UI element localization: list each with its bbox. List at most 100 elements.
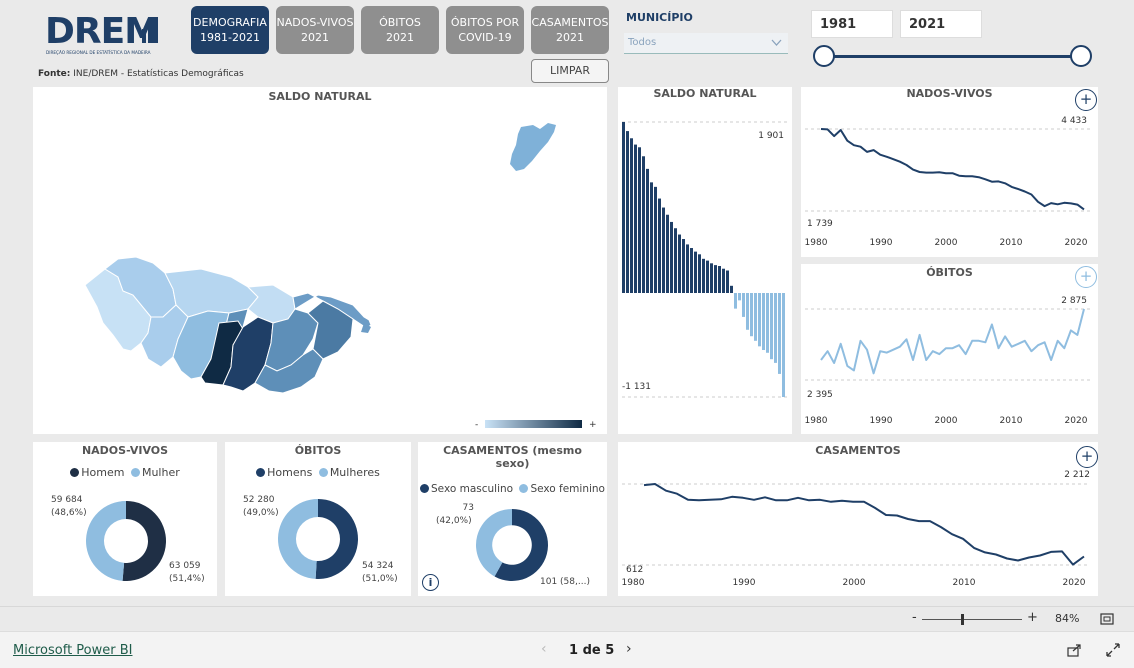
municipio-dropdown[interactable]: Todos — [624, 33, 788, 54]
casamentos-line-card: CASAMENTOS + 2 212 612 1980 1990 2000 20… — [618, 442, 1098, 596]
saldo-bar[interactable] — [742, 293, 745, 317]
donut-casamentos-card: CASAMENTOS (mesmo sexo) Sexo masculino S… — [418, 442, 607, 596]
casamentos-xtick: 2000 — [843, 578, 866, 588]
saldo-bar[interactable] — [690, 248, 693, 293]
saldo-bar[interactable] — [666, 214, 669, 293]
info-icon[interactable]: i — [422, 574, 439, 591]
nav-obitos-covid-button[interactable]: ÓBITOS POR COVID-19 — [446, 6, 524, 54]
saldo-bar[interactable] — [718, 266, 721, 293]
nados-min-label: 1 739 — [807, 219, 833, 229]
donut-slice-mulheres[interactable] — [277, 499, 318, 579]
nados-series-line[interactable] — [820, 128, 1085, 211]
obitos-min-label: 2 395 — [807, 390, 833, 400]
saldo-bar[interactable] — [754, 293, 757, 341]
saldo-bar[interactable] — [686, 244, 689, 293]
saldo-min-label: -1 131 — [622, 382, 651, 392]
saldo-bar[interactable] — [782, 293, 785, 397]
nav-obitos-button[interactable]: ÓBITOS 2021 — [361, 6, 439, 54]
share-icon[interactable] — [1067, 643, 1082, 657]
donut-casamentos-chart — [476, 509, 548, 581]
saldo-bar[interactable] — [658, 198, 661, 293]
saldo-bar[interactable] — [670, 221, 673, 293]
map-region-santana-east[interactable] — [246, 284, 296, 324]
donut-slice-mulher[interactable] — [85, 501, 126, 581]
nav-demografia-button[interactable]: DEMOGRAFIA 1981-2021 — [191, 6, 269, 54]
saldo-bar[interactable] — [710, 263, 713, 293]
saldo-bar[interactable] — [778, 293, 781, 374]
map-legend-min: - — [475, 420, 478, 430]
clear-filters-button[interactable]: LIMPAR — [531, 59, 609, 83]
powerbi-link[interactable]: Microsoft Power BI — [13, 643, 132, 658]
nav-casamentos-button[interactable]: CASAMENTOS 2021 — [531, 6, 609, 54]
footer-bar: Microsoft Power BI ‹ 1 de 5 › — [0, 631, 1134, 668]
year-slider-start-handle[interactable] — [813, 45, 835, 67]
cas-series-line[interactable] — [643, 483, 1085, 566]
donut-obitos-card: ÓBITOS Homens Mulheres 52 280 (49,0%) 54 … — [225, 442, 411, 596]
saldo-bar[interactable] — [638, 147, 641, 293]
saldo-bar[interactable] — [674, 228, 677, 293]
saldo-bar[interactable] — [746, 293, 749, 330]
year-to-input[interactable]: 2021 — [900, 10, 982, 38]
saldo-bar[interactable] — [758, 293, 761, 347]
map-card: SALDO NATURAL - + — [33, 87, 607, 434]
zoom-in-button[interactable]: + — [1027, 610, 1038, 625]
donut-slice-homem[interactable] — [122, 501, 166, 581]
saldo-bar[interactable] — [646, 168, 649, 293]
zoom-slider-handle[interactable] — [961, 614, 964, 625]
saldo-bar[interactable] — [662, 207, 665, 293]
casamentos-line-chart: 2 212 612 1980 1990 2000 2010 2020 — [622, 470, 1090, 588]
prev-page-icon[interactable]: ‹ — [541, 641, 547, 657]
saldo-bar[interactable] — [774, 293, 777, 363]
saldo-bar[interactable] — [706, 260, 709, 293]
saldo-bar[interactable] — [634, 144, 637, 293]
saldo-bar[interactable] — [766, 293, 769, 353]
legend-dot-light — [519, 484, 529, 493]
saldo-bar[interactable] — [682, 239, 685, 293]
saldo-bar[interactable] — [734, 293, 737, 309]
obitos-line-chart: 2 875 2 395 1980 1990 2000 2010 2020 — [805, 296, 1093, 426]
donut-nados-chart — [85, 501, 166, 581]
saldo-bar[interactable] — [714, 265, 717, 293]
saldo-bar[interactable] — [730, 285, 733, 293]
saldo-bar[interactable] — [762, 293, 765, 351]
saldo-bar[interactable] — [726, 270, 729, 293]
saldo-bar[interactable] — [650, 182, 653, 293]
municipio-label: MUNICÍPIO — [626, 11, 693, 24]
donut-slice-homens[interactable] — [315, 499, 358, 579]
map-region-porto-santo[interactable] — [510, 123, 556, 171]
next-page-icon[interactable]: › — [626, 641, 632, 657]
logo-subtitle: DIREÇÃO REGIONAL DE ESTATÍSTICA DA MADEI… — [46, 50, 151, 55]
saldo-bar[interactable] — [642, 156, 645, 293]
obitos-series-line[interactable] — [820, 308, 1085, 375]
zoom-out-button[interactable]: - — [912, 610, 917, 625]
saldo-bar[interactable] — [630, 138, 633, 293]
legend-dot-dark — [420, 484, 430, 493]
donut-casamentos-left-label: 73 (42,0%) — [436, 503, 474, 526]
year-from-input[interactable]: 1981 — [811, 10, 893, 38]
chevron-down-icon — [771, 39, 782, 46]
nados-max-label: 4 433 — [1061, 116, 1087, 126]
saldo-bar[interactable] — [654, 186, 657, 293]
saldo-bar[interactable] — [678, 234, 681, 293]
legend-dot-light — [318, 468, 328, 477]
saldo-bar[interactable] — [698, 254, 701, 293]
saldo-bar[interactable] — [770, 293, 773, 360]
saldo-bar[interactable] — [694, 251, 697, 293]
year-slider-end-handle[interactable] — [1070, 45, 1092, 67]
legend-dot-dark — [256, 468, 266, 477]
saldo-bar[interactable] — [738, 293, 741, 301]
saldo-max-label: 1 901 — [758, 131, 784, 141]
zoom-slider-track[interactable] — [922, 619, 1022, 620]
saldo-bar[interactable] — [722, 268, 725, 293]
nav-nados-vivos-button[interactable]: NADOS-VIVOS 2021 — [276, 6, 354, 54]
year-slider-track[interactable] — [824, 55, 1080, 58]
saldo-bar[interactable] — [750, 293, 753, 337]
zoom-level: 84% — [1055, 612, 1080, 625]
nados-xtick: 2010 — [1000, 238, 1023, 248]
fit-to-page-icon[interactable] — [1100, 613, 1114, 625]
saldo-bar-chart: 1 901 -1 131 — [622, 121, 788, 398]
saldo-bar[interactable] — [702, 258, 705, 293]
saldo-bar[interactable] — [626, 131, 629, 293]
fullscreen-icon[interactable] — [1106, 643, 1120, 657]
saldo-bar[interactable] — [622, 122, 625, 293]
